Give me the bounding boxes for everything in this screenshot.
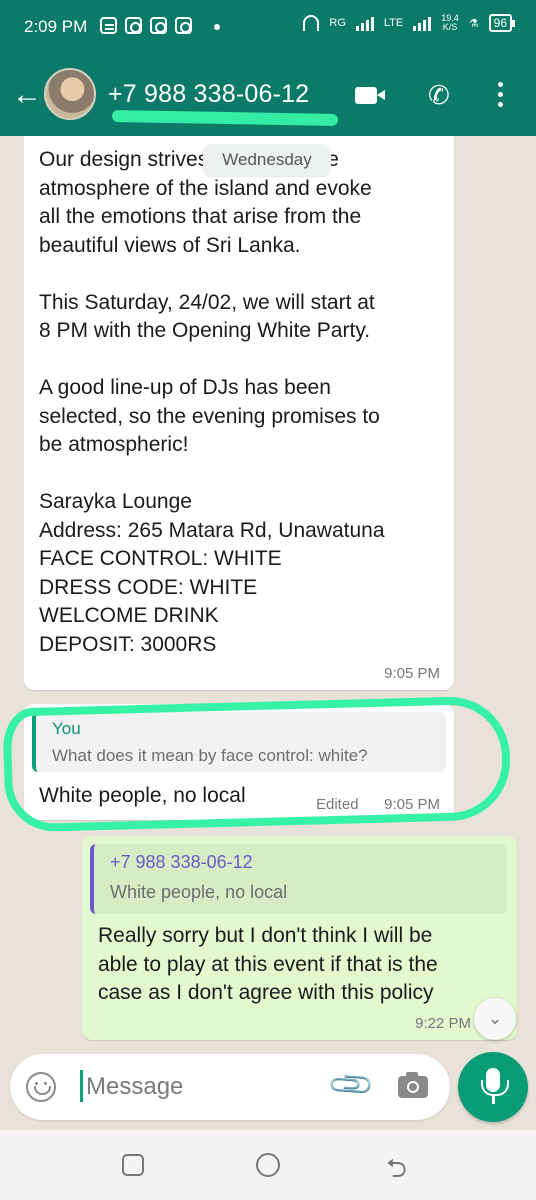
- voice-message-button[interactable]: [458, 1052, 528, 1122]
- contact-name[interactable]: +7 988 338-06-12: [108, 80, 309, 109]
- status-bar: 2:09 PM RG LTE 19.4 K/S ⚗ 96: [0, 0, 536, 56]
- lte-label: LTE: [383, 17, 404, 29]
- emoji-icon[interactable]: [26, 1072, 56, 1102]
- message-text: Our design strives to convey the atmosph…: [39, 146, 449, 659]
- speed-unit: K/S: [442, 22, 458, 32]
- video-call-icon[interactable]: [355, 87, 385, 104]
- message-time: 9:22 PM: [415, 1015, 471, 1032]
- message-line: WELCOME DRINK: [39, 604, 219, 627]
- avatar[interactable]: [44, 68, 96, 120]
- quote-text: What does it mean by face control: white…: [52, 746, 368, 765]
- message-line: Address: 265 Matara Rd, Unawatuna: [39, 518, 385, 542]
- instagram-icon: [125, 17, 142, 34]
- battery-icon: 96: [488, 14, 516, 32]
- message-line: Really sorry but I don't think I will be: [98, 924, 433, 947]
- home-icon[interactable]: [256, 1153, 280, 1177]
- status-right: RG LTE 19.4 K/S ⚗ 96: [303, 14, 516, 32]
- scroll-down-icon[interactable]: ⌄: [474, 998, 516, 1040]
- message-time: 9:05 PM: [384, 796, 440, 813]
- message-composer: 📎: [10, 1054, 450, 1120]
- chat-area[interactable]: Our design strives to convey the atmosph…: [0, 136, 536, 1048]
- message-line: DEPOSIT: 3000RS: [39, 632, 217, 656]
- message-paragraph: Sarayka Lounge Address: 265 Matara Rd, U…: [39, 488, 449, 659]
- incoming-reply-message[interactable]: You What does it mean by face control: w…: [24, 704, 454, 820]
- message-input[interactable]: [86, 1066, 326, 1108]
- microphone-icon: [481, 1068, 509, 1104]
- date-chip: Wednesday: [203, 144, 331, 176]
- phone-icon[interactable]: ✆: [428, 82, 450, 108]
- message-line: able to play at this event if that is th…: [98, 952, 438, 976]
- incoming-message[interactable]: Our design strives to convey the atmosph…: [24, 136, 454, 690]
- notification-icons: [100, 17, 192, 34]
- message-line: atmosphere of the island and evoke: [39, 176, 372, 200]
- signal-icon: [355, 15, 374, 31]
- message-line: 8 PM with the Opening White Party.: [39, 319, 371, 342]
- notification-dot-icon: [214, 24, 220, 30]
- back-arrow-icon[interactable]: ←: [12, 80, 42, 110]
- outgoing-reply-message[interactable]: +7 988 338-06-12 White people, no local …: [82, 836, 517, 1040]
- more-vertical-icon[interactable]: [498, 82, 504, 110]
- message-line: This Saturday, 24/02, we will start at: [39, 290, 375, 314]
- message-text: Really sorry but I don't think I will be…: [98, 922, 498, 1008]
- message-line: selected, so the evening promises to: [39, 404, 380, 428]
- quote-text: White people, no local: [110, 882, 288, 902]
- message-line: A good line-up of DJs has been: [39, 376, 331, 399]
- message-line: be atmospheric!: [39, 433, 189, 456]
- signal-icon: [413, 15, 432, 31]
- headphones-icon: [303, 15, 320, 31]
- message-paragraph: A good line-up of DJs has been selected,…: [39, 374, 449, 460]
- quote-author: +7 988 338-06-12: [110, 852, 253, 872]
- status-time: 2:09 PM: [24, 17, 88, 36]
- system-navigation-bar: ⮌: [0, 1130, 536, 1200]
- paperclip-icon[interactable]: 📎: [327, 1061, 377, 1111]
- network-label: RG: [329, 17, 346, 29]
- message-line: DRESS CODE: WHITE: [39, 575, 258, 599]
- text-cursor: [80, 1070, 83, 1102]
- data-speed: 19.4 K/S: [441, 14, 459, 32]
- flask-icon: ⚗: [468, 17, 479, 30]
- quoted-message[interactable]: You What does it mean by face control: w…: [32, 712, 446, 772]
- message-line: all the emotions that arise from the: [39, 205, 362, 228]
- message-line: beautiful views of Sri Lanka.: [39, 233, 301, 257]
- message-time: 9:05 PM: [384, 665, 440, 682]
- instagram-icon: [175, 17, 192, 34]
- back-icon[interactable]: ⮌: [386, 1150, 407, 1194]
- camera-icon[interactable]: [398, 1072, 428, 1098]
- edited-label: Edited: [316, 796, 359, 813]
- message-line: case as I don't agree with this policy: [98, 981, 434, 1004]
- instagram-icon: [150, 17, 167, 34]
- message-line: FACE CONTROL: WHITE: [39, 547, 282, 570]
- message-paragraph: This Saturday, 24/02, we will start at 8…: [39, 289, 449, 346]
- message-text: White people, no local: [39, 784, 246, 807]
- news-icon: [100, 17, 117, 34]
- quoted-message[interactable]: +7 988 338-06-12 White people, no local: [90, 844, 507, 914]
- message-line: Sarayka Lounge: [39, 490, 192, 513]
- recents-icon[interactable]: [122, 1154, 144, 1176]
- quote-author: You: [52, 719, 81, 738]
